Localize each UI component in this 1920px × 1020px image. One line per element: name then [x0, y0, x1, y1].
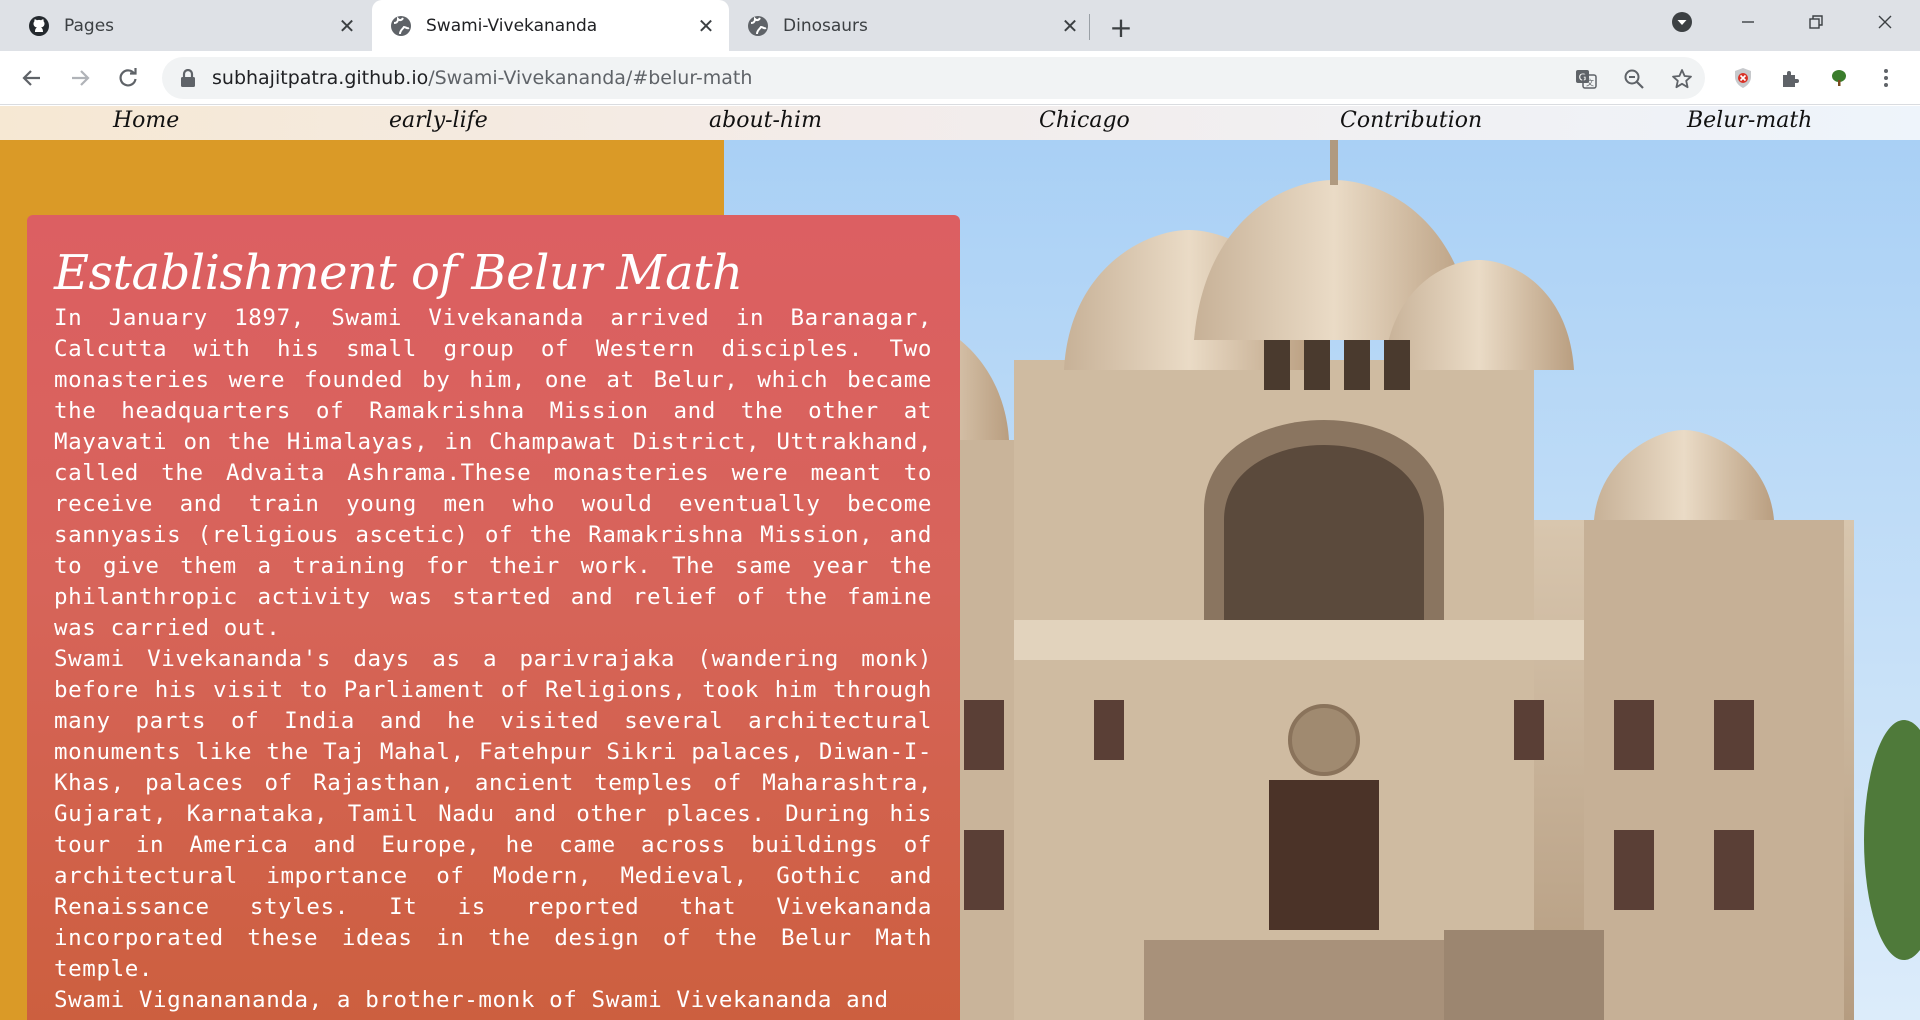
translate-icon[interactable]: G文: [1572, 65, 1600, 93]
url-path: /Swami-Vivekananda/#belur-math: [428, 67, 753, 89]
tab-search-button[interactable]: [1652, 0, 1712, 44]
restore-icon: [1809, 15, 1823, 29]
nav-link-early-life[interactable]: early-life: [389, 108, 488, 133]
site-navbar: Home early-life about-him Chicago Contri…: [0, 106, 1920, 140]
close-icon[interactable]: ✕: [1059, 14, 1081, 38]
nav-link-about-him[interactable]: about-him: [709, 108, 822, 133]
nav-link-home[interactable]: Home: [113, 108, 179, 133]
menu-kebab-icon[interactable]: [1868, 60, 1904, 96]
reload-icon: [119, 68, 137, 87]
new-tab-button[interactable]: +: [1104, 10, 1138, 44]
arrow-right-icon: [72, 70, 90, 86]
globe-icon: [747, 15, 769, 37]
close-icon[interactable]: ✕: [695, 14, 717, 38]
lock-icon: [181, 69, 195, 87]
minimize-button[interactable]: [1718, 0, 1778, 44]
belur-math-section: Establishment of Belur Math In January 1…: [0, 140, 1920, 1020]
url-host: subhajitpatra.github.io: [212, 67, 429, 89]
tab-strip: Pages ✕ Swami-Vivekananda ✕ Dinosaurs ✕ …: [0, 0, 1920, 51]
paragraph-arrival: In January 1897, Swami Vivekananda arriv…: [54, 305, 932, 641]
address-bar[interactable]: subhajitpatra.github.io/Swami-Vivekanand…: [162, 57, 1705, 99]
web-page: Home early-life about-him Chicago Contri…: [0, 106, 1920, 1020]
tab-pages[interactable]: Pages ✕: [0, 0, 370, 51]
tab-swami-vivekananda[interactable]: Swami-Vivekananda ✕: [372, 0, 729, 51]
tab-separator: [1089, 14, 1090, 40]
forward-button[interactable]: [62, 60, 98, 96]
tab-dinosaurs[interactable]: Dinosaurs ✕: [729, 0, 1093, 51]
nav-link-chicago[interactable]: Chicago: [1039, 108, 1130, 133]
minimize-icon: [1742, 21, 1754, 23]
svg-text:文: 文: [1586, 78, 1594, 88]
tab-title: Dinosaurs: [783, 15, 868, 36]
nav-link-contribution[interactable]: Contribution: [1340, 108, 1482, 133]
back-button[interactable]: [14, 60, 50, 96]
chevron-down-icon: [1672, 12, 1692, 32]
section-heading: Establishment of Belur Math: [54, 245, 743, 301]
tab-title: Swami-Vivekananda: [426, 15, 598, 36]
zoom-out-icon[interactable]: [1620, 65, 1648, 93]
github-icon: [28, 15, 50, 37]
close-icon: [1878, 15, 1892, 29]
arrow-left-icon: [22, 70, 40, 86]
restore-button[interactable]: [1786, 0, 1846, 44]
reload-button[interactable]: [110, 60, 146, 96]
extensions-puzzle-icon[interactable]: [1773, 60, 1809, 96]
bookmark-star-icon[interactable]: [1668, 65, 1696, 93]
close-window-button[interactable]: [1855, 0, 1915, 44]
browser-toolbar: subhajitpatra.github.io/Swami-Vivekanand…: [0, 51, 1920, 105]
nav-link-belur-math[interactable]: Belur-math: [1687, 108, 1812, 133]
url-text: subhajitpatra.github.io/Swami-Vivekanand…: [212, 67, 752, 89]
close-icon[interactable]: ✕: [336, 14, 358, 38]
extension-tree-icon[interactable]: [1821, 60, 1857, 96]
paragraph-vignanananda: Swami Vignanananda, a brother-monk of Sw…: [54, 987, 889, 1013]
tab-title: Pages: [64, 15, 115, 36]
globe-icon: [390, 15, 412, 37]
establishment-card: Establishment of Belur Math In January 1…: [27, 215, 960, 1020]
extension-shield-icon[interactable]: [1725, 60, 1761, 96]
paragraph-architecture: Swami Vivekananda's days as a parivrajak…: [54, 646, 932, 982]
